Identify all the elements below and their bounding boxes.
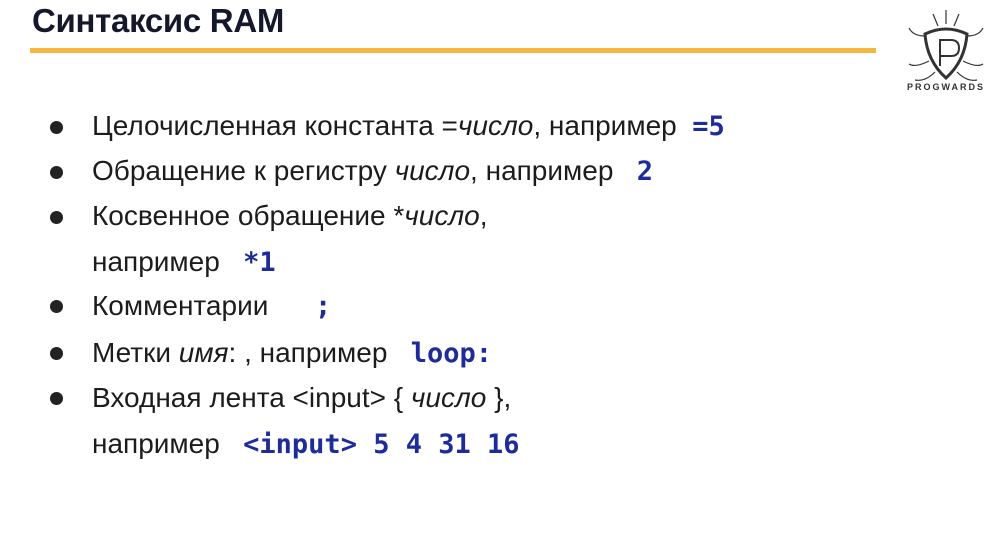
bullet-icon — [50, 392, 63, 405]
list-item: Входная лента <input> { число }, — [92, 382, 512, 413]
bullet-icon — [50, 121, 63, 134]
list-item: Косвенное обращение *число, — [92, 200, 488, 231]
list-item: Комментарии ; — [92, 290, 332, 322]
bullet-icon — [50, 300, 63, 313]
list-item: Обращение к регистру число, например 2 — [92, 155, 654, 187]
slide-title: Синтаксис RAM — [32, 2, 285, 39]
bullet-icon — [50, 347, 63, 360]
logo-text: PROGWARDS — [906, 82, 985, 92]
list-item-continuation: например *1 — [92, 246, 276, 278]
title-underline — [30, 48, 876, 53]
list-item-continuation: например <input> 5 4 31 16 — [92, 428, 520, 460]
bullet-icon — [50, 166, 63, 179]
list-item: Метки имя: , например loop: — [92, 337, 493, 369]
list-item: Целочисленная константа =число, например… — [92, 110, 725, 142]
bullet-icon — [50, 211, 63, 224]
